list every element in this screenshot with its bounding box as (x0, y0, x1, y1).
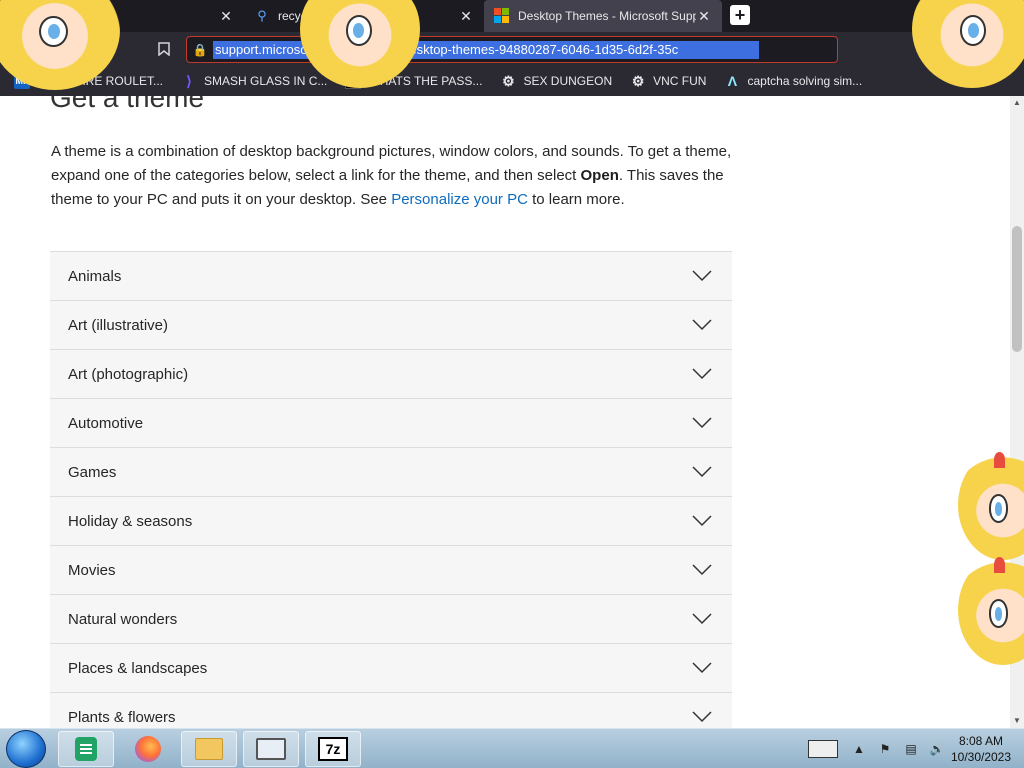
intro-text: to learn more. (527, 191, 625, 208)
taskbar-app-firefox[interactable] (120, 731, 176, 767)
computer-icon (256, 738, 286, 760)
bookmark-dungeon[interactable]: ⚙ SEX DUNGEON (500, 73, 612, 89)
tab-title: Desktop Themes - Microsoft Supp (518, 9, 696, 23)
taskbar: 7z ▲ ⚑ ▤ 🔊 8:08 AM 10/30/2023 (0, 728, 1024, 768)
close-icon[interactable]: ✕ (696, 8, 712, 24)
accordion-item[interactable]: Art (illustrative) (50, 301, 732, 350)
volume-icon[interactable]: 🔊 (928, 741, 946, 757)
bookmark-label: SMASH GLASS IN C... (204, 74, 328, 88)
url-text[interactable]: support.microsoft.co…/windows/desktop-th… (213, 40, 759, 59)
chevron-down-icon[interactable] (692, 417, 712, 429)
accordion-item-label: Natural wonders (68, 610, 178, 628)
scroll-down-arrow-icon[interactable]: ▼ (1010, 714, 1024, 728)
chevron-down-icon[interactable] (692, 515, 712, 527)
accordion-item-label: Art (illustrative) (68, 316, 169, 334)
7zip-icon: 7z (318, 737, 348, 761)
captcha-icon: Λ (727, 73, 738, 89)
accordion-item[interactable]: Plants & flowers (50, 693, 732, 728)
taskbar-app-file-explorer[interactable] (181, 731, 237, 767)
network-icon[interactable]: ▤ (902, 741, 920, 757)
taskbar-app-vnc-viewer[interactable] (243, 731, 299, 767)
accordion-item[interactable]: Animals (50, 252, 732, 301)
accordion-item[interactable]: Movies (50, 546, 732, 595)
accordion-item-label: Games (68, 463, 117, 481)
accordion-item-label: Animals (68, 267, 122, 285)
chevron-down-icon[interactable] (692, 270, 712, 282)
chevron-down-icon[interactable] (692, 613, 712, 625)
taskbar-app-sheets[interactable] (58, 731, 114, 767)
intro-bold: Open (580, 167, 619, 184)
tab-strip: ✕ ⚲ recycl ✕ Desktop Themes - Microsoft … (0, 0, 1024, 32)
action-center-flag-icon[interactable]: ⚑ (876, 741, 894, 757)
accordion-item-label: Places & landscapes (68, 659, 208, 677)
system-tray: ▲ ⚑ ▤ 🔊 (808, 737, 954, 761)
accordion-item[interactable]: Natural wonders (50, 595, 732, 644)
accordion-item-label: Movies (68, 561, 116, 579)
clock[interactable]: 8:08 AM 10/30/2023 (946, 733, 1016, 765)
gear-icon: ⚙ (631, 72, 645, 89)
start-button[interactable] (6, 730, 46, 768)
clock-time: 8:08 AM (958, 734, 1004, 748)
close-icon[interactable]: ✕ (458, 8, 474, 24)
scroll-thumb[interactable] (1012, 226, 1022, 352)
bookmark-label: captcha solving sim... (747, 74, 863, 88)
chevron-down-icon[interactable] (692, 662, 712, 674)
folder-icon (195, 738, 223, 760)
taskbar-app-7zip[interactable]: 7z (305, 731, 361, 767)
scroll-up-arrow-icon[interactable]: ▲ (1010, 96, 1024, 110)
chevron-down-icon[interactable] (692, 711, 712, 723)
tab-desktop-themes[interactable]: Desktop Themes - Microsoft Supp ✕ (484, 0, 722, 32)
bookmarks-bar: MF MEDIAFIRE ROULET... ⟩ SMASH GLASS IN … (0, 66, 1024, 96)
chevron-up-icon[interactable]: ▲ (850, 741, 868, 757)
bookmark-smash-glass[interactable]: ⟩ SMASH GLASS IN C... (181, 73, 327, 89)
page-heading: Get a theme (50, 96, 205, 113)
accordion-item[interactable]: Places & landscapes (50, 644, 732, 693)
sheets-icon (75, 737, 97, 761)
accordion-item-label: Automotive (68, 414, 144, 432)
lock-icon: 🔒 (192, 42, 208, 57)
bookmark-label: SEX DUNGEON (523, 74, 613, 88)
personalize-link[interactable]: Personalize your PC (391, 191, 528, 208)
page-content: Get a theme A theme is a combination of … (0, 96, 1010, 728)
smash-icon: ⟩ (186, 72, 192, 89)
nav-toolbar: ◁ ▷ 🔒 support.microsoft.co…/windows/desk… (0, 32, 1024, 66)
accordion-item[interactable]: Art (photographic) (50, 350, 732, 399)
gear-icon: ⚙ (502, 72, 515, 89)
bookmark-captcha[interactable]: Λ captcha solving sim... (724, 73, 862, 89)
microsoft-logo-icon (494, 8, 510, 24)
accordion-item-label: Art (photographic) (68, 365, 189, 383)
theme-categories-accordion: Animals Art (illustrative) Art (photograph… (50, 251, 732, 728)
firefox-icon (135, 736, 161, 762)
accordion-item[interactable]: Automotive (50, 399, 732, 448)
chevron-down-icon[interactable] (692, 564, 712, 576)
close-icon[interactable]: ✕ (218, 8, 234, 24)
accordion-item-label: Holiday & seasons (68, 512, 193, 530)
intro-paragraph: A theme is a combination of desktop back… (51, 140, 733, 212)
keyboard-icon[interactable] (808, 740, 838, 758)
bookmark-label: VNC FUN (653, 74, 707, 88)
chevron-down-icon[interactable] (692, 368, 712, 380)
bookmark-icon[interactable] (153, 38, 175, 60)
bookmark-vnc-fun[interactable]: ⚙ VNC FUN (630, 72, 707, 89)
clock-date: 10/30/2023 (950, 750, 1012, 764)
search-icon: ⚲ (257, 8, 267, 23)
accordion-item[interactable]: Games (50, 448, 732, 497)
address-bar[interactable]: 🔒 support.microsoft.co…/windows/desktop-… (186, 36, 1015, 63)
accordion-item[interactable]: Holiday & seasons (50, 497, 732, 546)
accordion-item-label: Plants & flowers (68, 708, 176, 726)
new-tab-button[interactable]: + (730, 5, 750, 25)
chevron-down-icon[interactable] (692, 466, 712, 478)
chevron-down-icon[interactable] (692, 319, 712, 331)
